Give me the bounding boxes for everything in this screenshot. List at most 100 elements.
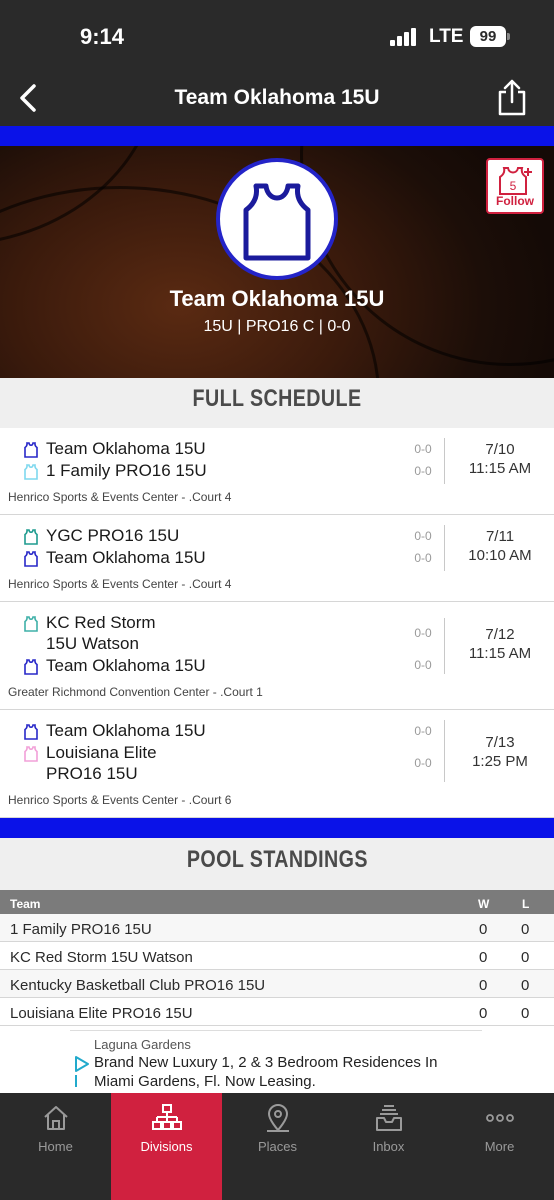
team-name: 1 Family PRO16 15U: [46, 461, 207, 480]
table-row[interactable]: 1 Family PRO16 15U 0 0: [0, 914, 554, 942]
follow-button[interactable]: 5 Follow: [486, 158, 544, 214]
team-name: Team Oklahoma 15U: [46, 721, 206, 740]
tab-bar: Home Divisions Places Inbox More: [0, 1093, 554, 1200]
game-card[interactable]: KC Red Storm 15U Watson Team Oklahoma 15…: [0, 602, 554, 710]
game-date: 7/13: [485, 734, 515, 751]
schedule-title: FULL SCHEDULE: [192, 385, 362, 412]
chevron-left-icon: [20, 84, 36, 112]
jersey-icon: [24, 464, 38, 480]
game-time: 11:15 AM: [468, 645, 532, 662]
follow-label: Follow: [496, 194, 534, 208]
share-icon: [498, 79, 526, 116]
table-row[interactable]: KC Red Storm 15U Watson 0 0: [0, 942, 554, 970]
signal-icon: [390, 28, 420, 46]
standings-header: POOL STANDINGS: [0, 838, 554, 890]
team-name: Team Oklahoma 15U: [169, 286, 385, 311]
ad-text: Brand New Luxury 1, 2 & 3 Bedroom Reside…: [94, 1053, 482, 1091]
tab-places[interactable]: Places: [222, 1093, 333, 1200]
follow-jersey-icon: 5: [499, 167, 532, 195]
team-name: Team Oklahoma 15U: [46, 439, 206, 458]
tab-more[interactable]: More: [444, 1093, 554, 1200]
team-score: 0-0: [414, 464, 432, 478]
game-card[interactable]: Team Oklahoma 15U Louisiana Elite PRO16 …: [0, 710, 554, 818]
team-score: 0-0: [414, 529, 432, 543]
tab-inbox[interactable]: Inbox: [333, 1093, 444, 1200]
status-bar: 9:14 LTE 99: [0, 0, 554, 70]
team-name: Team Oklahoma 15U: [46, 656, 206, 675]
tab-label: Inbox: [372, 1139, 405, 1154]
team-logo: [216, 158, 338, 280]
jersey-icon: [24, 724, 38, 740]
ad-advertiser: Laguna Gardens: [94, 1037, 191, 1052]
game-time: 1:25 PM: [472, 753, 528, 770]
inbox-icon: [376, 1105, 402, 1131]
standings-team: 1 Family PRO16 15U: [10, 921, 152, 938]
divider: [444, 720, 445, 782]
standings-losses: 0: [521, 949, 530, 966]
tab-home[interactable]: Home: [0, 1093, 111, 1200]
page-title: Team Oklahoma 15U: [174, 86, 380, 109]
game-venue: Henrico Sports & Events Center - .Court …: [8, 793, 232, 807]
column-header-losses: L: [522, 897, 530, 911]
back-button[interactable]: [12, 80, 48, 116]
share-button[interactable]: [494, 78, 530, 118]
standings-losses: 0: [521, 977, 530, 994]
team-meta: 15U | PRO16 C | 0-0: [203, 318, 351, 335]
jersey-icon: [24, 746, 38, 762]
game-card[interactable]: YGC PRO16 15U Team Oklahoma 15U 0-0 0-0 …: [0, 515, 554, 602]
team-score: 0-0: [414, 626, 432, 640]
section-stripe: [0, 818, 554, 838]
tab-label: Home: [38, 1139, 73, 1154]
header-stripe: [0, 126, 554, 146]
team-score: 0-0: [414, 756, 432, 770]
standings-wins: 0: [479, 921, 488, 938]
standings-losses: 0: [521, 921, 530, 938]
jersey-icon: [24, 659, 38, 675]
standings-losses: 0: [521, 1005, 530, 1022]
team-score: 0-0: [414, 551, 432, 565]
game-date: 7/10: [485, 441, 515, 458]
game-card[interactable]: Team Oklahoma 15U 1 Family PRO16 15U 0-0…: [0, 428, 554, 515]
status-time: 9:14: [80, 24, 125, 49]
standings-wins: 0: [479, 1005, 488, 1022]
nav-bar: Team Oklahoma 15U: [0, 70, 554, 126]
ad-line-2: Miami Gardens, Fl. Now Leasing.: [94, 1073, 316, 1090]
team-score: 0-0: [414, 442, 432, 456]
table-row[interactable]: Louisiana Elite PRO16 15U 0 0: [0, 998, 554, 1026]
game-date: 7/12: [485, 626, 515, 643]
team-name: Team Oklahoma 15U: [46, 548, 206, 567]
jersey-icon: [24, 442, 38, 458]
follow-count: 5: [510, 179, 517, 193]
team-name-cont: PRO16 15U: [46, 764, 138, 783]
tab-label: Places: [257, 1139, 298, 1154]
jersey-icon: [243, 183, 311, 261]
divider: [444, 525, 445, 571]
tab-divisions[interactable]: Divisions: [111, 1093, 222, 1200]
standings-wins: 0: [479, 977, 488, 994]
network-label: LTE: [429, 26, 464, 47]
team-score: 0-0: [414, 724, 432, 738]
ad-banner[interactable]: Laguna Gardens Brand New Luxury 1, 2 & 3…: [70, 1030, 482, 1092]
standings-team: Louisiana Elite PRO16 15U: [10, 1005, 193, 1022]
team-name-cont: 15U Watson: [46, 634, 139, 653]
team-name: Louisiana Elite: [46, 743, 157, 762]
tab-label: Divisions: [140, 1139, 193, 1154]
column-header-team: Team: [10, 897, 41, 911]
jersey-icon: [24, 551, 38, 567]
standings-title: POOL STANDINGS: [186, 846, 368, 873]
standings-header-row: Team W L: [0, 890, 554, 914]
more-icon: [486, 1114, 514, 1122]
team-name: YGC PRO16 15U: [46, 526, 180, 545]
table-row[interactable]: Kentucky Basketball Club PRO16 15U 0 0: [0, 970, 554, 998]
team-score: 0-0: [414, 658, 432, 672]
tab-label: More: [484, 1139, 515, 1154]
team-name: KC Red Storm: [46, 613, 156, 632]
jersey-icon: [24, 529, 38, 545]
divider: [444, 438, 445, 484]
game-time: 10:10 AM: [468, 547, 532, 564]
battery-icon: 99: [470, 26, 510, 47]
game-time: 11:15 AM: [468, 460, 532, 477]
ad-choices-icon[interactable]: [74, 1055, 90, 1089]
divisions-icon: [152, 1104, 182, 1130]
team-hero: Team Oklahoma 15U 15U | PRO16 C | 0-0 5 …: [0, 146, 554, 378]
